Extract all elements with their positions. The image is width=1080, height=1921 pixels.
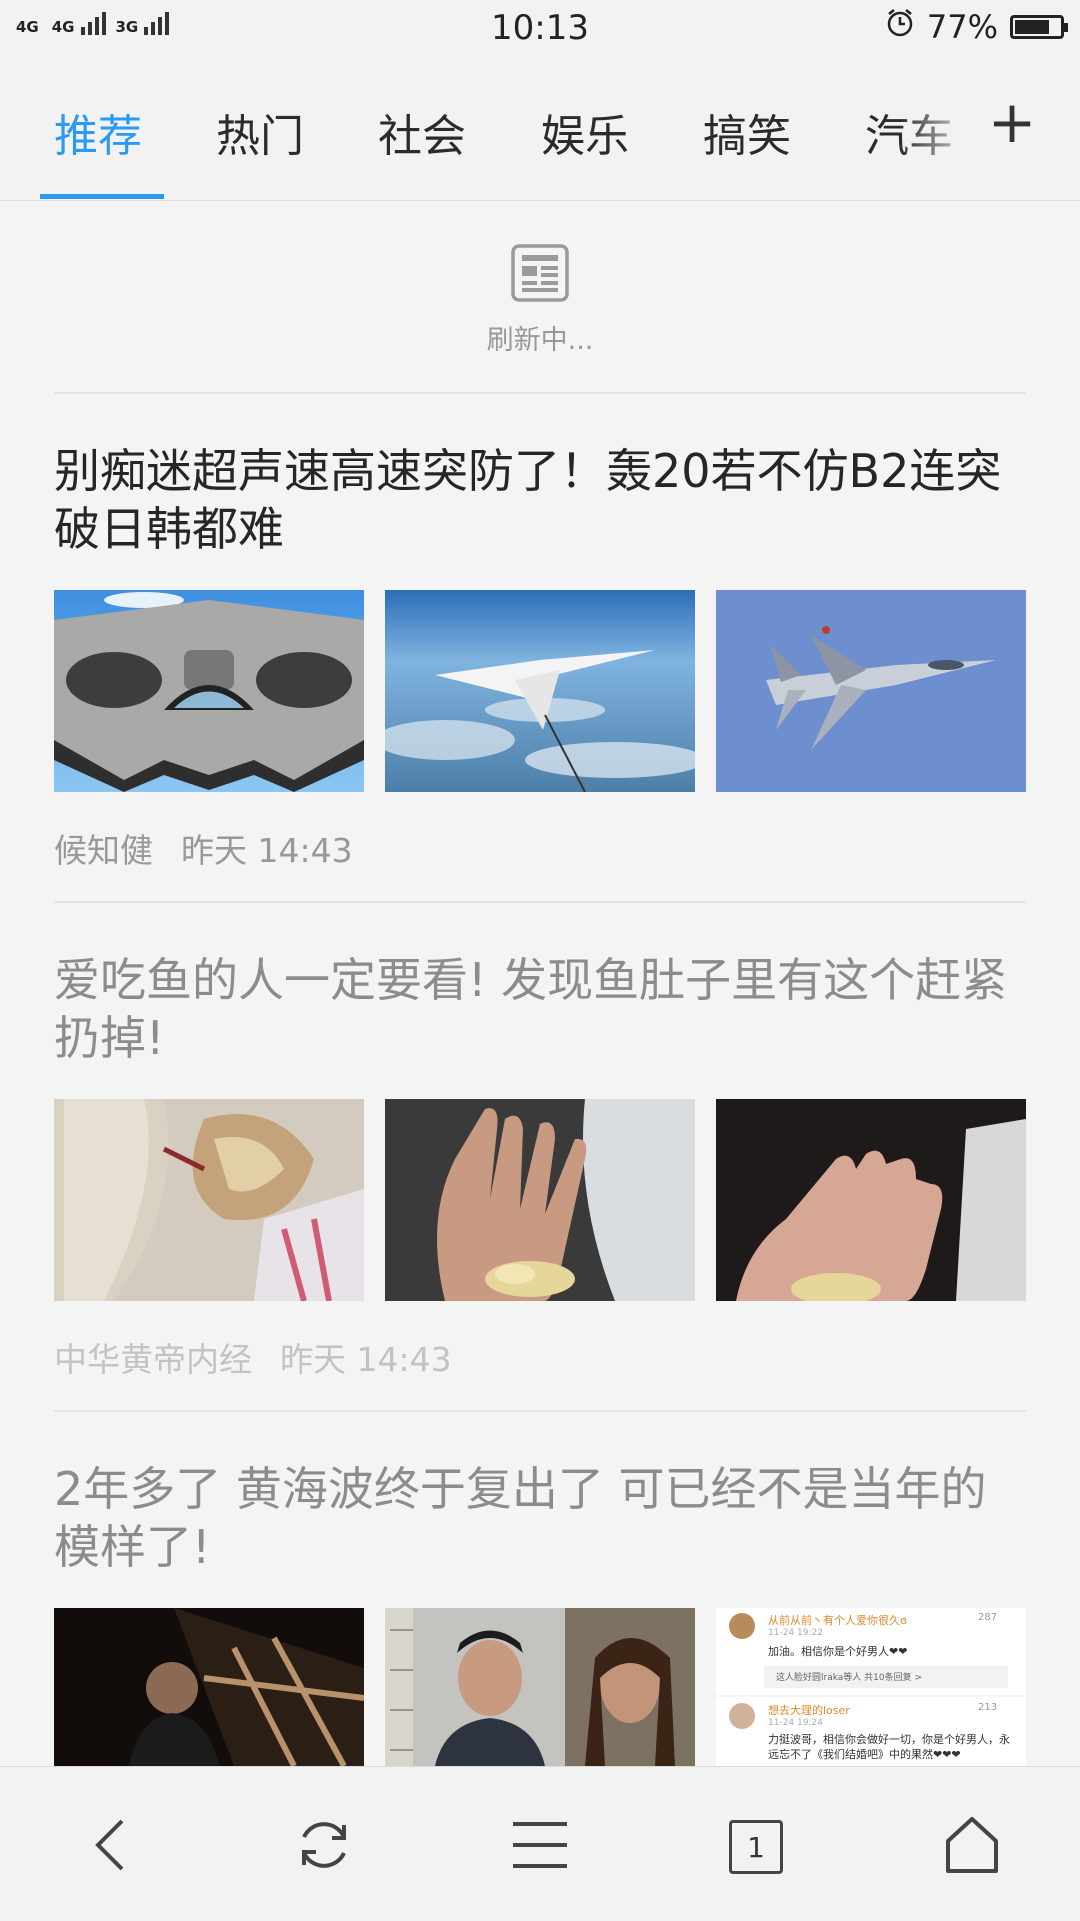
- refresh-button[interactable]: [284, 1807, 364, 1887]
- comment-1-reply: 这人脸好圆lraka等人 共10条回复 >: [776, 1673, 923, 1683]
- home-icon: [944, 1815, 1000, 1879]
- divider: [54, 901, 1026, 903]
- menu-icon: [511, 1820, 569, 1874]
- battery-icon: [1010, 15, 1068, 39]
- refresh-status-text: 刷新中...: [486, 325, 594, 356]
- article-source: 中华黄帝内经: [54, 1340, 252, 1379]
- actor-portrait-image[interactable]: [54, 1608, 364, 1766]
- tab-entertainment[interactable]: 娱乐: [541, 100, 629, 164]
- news-refresh-icon: [510, 243, 570, 307]
- mugshot-image[interactable]: [385, 1608, 695, 1766]
- article-meta: 候知健 昨天 14:43: [54, 824, 353, 872]
- comment-1-text: 加油。相信你是个好男人❤❤: [768, 1645, 908, 1658]
- fighter-jet-image[interactable]: [716, 590, 1026, 792]
- article-meta: 中华黄帝内经 昨天 14:43: [54, 1333, 452, 1381]
- comment-1-user: 从前从前丶有个人爱你很久ɞ: [768, 1614, 908, 1627]
- article-time: 昨天 14:43: [280, 1340, 452, 1379]
- comments-screenshot-image[interactable]: 从前从前丶有个人爱你很久ɞ 287 11-24 19:22 加油。相信你是个好男…: [716, 1608, 1026, 1766]
- tabs-button[interactable]: 1: [716, 1807, 796, 1887]
- active-tab-indicator: [40, 194, 164, 199]
- divider: [54, 1410, 1026, 1412]
- tab-society[interactable]: 社会: [378, 100, 466, 164]
- refresh-icon: [294, 1815, 354, 1879]
- comment-2-user: 想去大理的loser: [768, 1704, 850, 1717]
- battery-percent: 77%: [926, 8, 998, 46]
- back-arrow-icon: [90, 1817, 130, 1877]
- divider: [54, 392, 1026, 394]
- hand-with-worms-image[interactable]: [716, 1099, 1026, 1301]
- comment-1-likes: 287: [978, 1612, 998, 1623]
- palm-with-worms-image[interactable]: [385, 1099, 695, 1301]
- stealth-bomber-image[interactable]: [54, 590, 364, 792]
- tab-funny[interactable]: 搞笑: [703, 100, 791, 164]
- comment-1-date: 11-24 19:22: [768, 1628, 823, 1638]
- tab-fade: [900, 76, 980, 186]
- article-title[interactable]: 别痴迷超声速高速突防了！轰20若不仿B2连突破日韩都难: [54, 442, 1026, 558]
- alarm-clock-icon: [885, 8, 915, 46]
- tab-hot[interactable]: 热门: [216, 100, 304, 164]
- menu-button[interactable]: [500, 1807, 580, 1887]
- tab-recommend[interactable]: 推荐: [54, 100, 142, 164]
- article-source: 候知健: [54, 831, 153, 870]
- category-tab-bar: 推荐 热门 社会 娱乐 搞笑 汽车 +: [0, 56, 1080, 201]
- article-time: 昨天 14:43: [181, 831, 353, 870]
- fish-belly-image[interactable]: [54, 1099, 364, 1301]
- home-button[interactable]: [932, 1807, 1012, 1887]
- comment-2-text: 力挺波哥，相信你会做好一切，你是个好男人，永远忘不了《我们结婚吧》中的果然❤❤❤: [768, 1733, 1010, 1761]
- status-bar: 4G 4G 3G 10:13 77%: [0, 0, 1080, 56]
- article-title[interactable]: 爱吃鱼的人一定要看! 发现鱼肚子里有这个赶紧扔掉!: [54, 951, 1026, 1067]
- add-tab-button[interactable]: +: [982, 92, 1042, 152]
- article-title[interactable]: 2年多了 黄海波终于复出了 可已经不是当年的模样了!: [54, 1460, 1026, 1576]
- comment-2-date: 11-24 19:24: [768, 1718, 823, 1728]
- comment-2-likes: 213: [978, 1702, 998, 1713]
- bomber-refueling-image[interactable]: [385, 590, 695, 792]
- back-button[interactable]: [70, 1807, 150, 1887]
- tab-count: 1: [729, 1820, 783, 1874]
- bottom-navigation-bar: 1: [0, 1766, 1080, 1921]
